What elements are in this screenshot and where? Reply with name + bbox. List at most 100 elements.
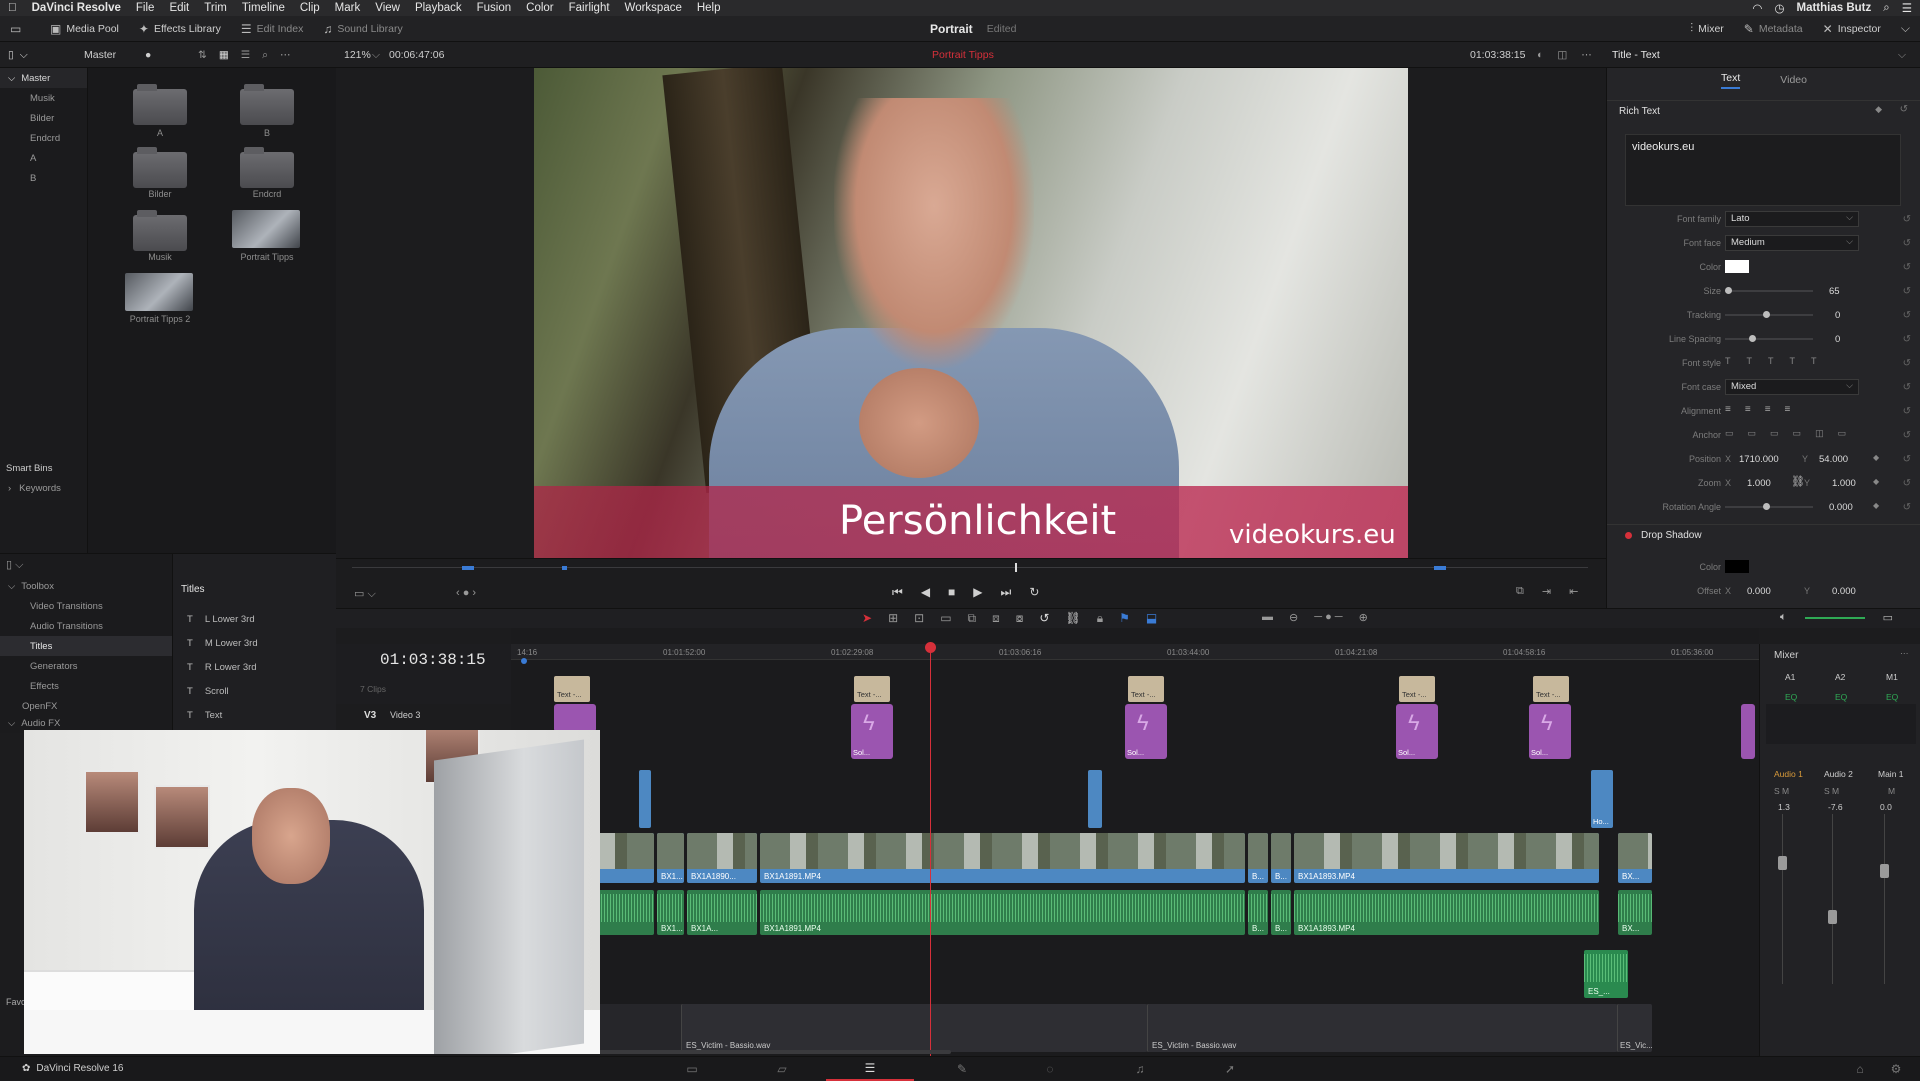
fader-knob[interactable] <box>1880 864 1889 878</box>
menu-clip[interactable]: Clip <box>300 2 320 14</box>
menu-view[interactable]: View <box>375 2 400 14</box>
more-icon[interactable]: ⋯ <box>1581 49 1592 61</box>
sound-library-button[interactable]: ♫ Sound Library <box>313 16 412 42</box>
bin-endcrd[interactable]: Endcrd <box>0 128 87 148</box>
offset-y-value[interactable]: 0.000 <box>1832 586 1856 597</box>
timeline-ruler[interactable]: 14:16 01:01:52:00 01:02:29:08 01:03:06:1… <box>511 644 1759 660</box>
fader-audio-2[interactable] <box>1828 814 1837 984</box>
reset-icon[interactable]: ↺ <box>1900 104 1908 115</box>
audio-clip[interactable]: BX1A1893.MP4 <box>1294 890 1599 935</box>
bin-b[interactable]: B <box>0 168 87 188</box>
anchor-center-icon[interactable]: ◫ <box>1815 428 1824 439</box>
video-clip[interactable]: B... <box>1248 833 1268 883</box>
tree-titles[interactable]: Titles <box>0 636 172 656</box>
reset-icon[interactable]: ↺ <box>1903 286 1911 297</box>
sort-icon[interactable]: ⇅ <box>198 49 207 61</box>
video-clip[interactable]: BX... <box>1618 833 1652 883</box>
deliver-page-icon[interactable]: ➚ <box>1214 1057 1246 1081</box>
title-clip[interactable]: Text -... <box>1399 676 1435 702</box>
list-icon[interactable]: ☰ <box>1902 1 1912 15</box>
reset-icon[interactable]: ↺ <box>1903 310 1911 321</box>
align-left-icon[interactable]: ≡ <box>1725 404 1731 415</box>
dynamic-trim-icon[interactable]: ⊡ <box>914 611 924 626</box>
tree-audio-transitions[interactable]: Audio Transitions <box>0 616 172 636</box>
menu-edit[interactable]: Edit <box>169 2 189 14</box>
more-icon[interactable]: ⋯ <box>280 49 291 61</box>
timeline-scrollbar[interactable] <box>543 1050 951 1054</box>
link-icon[interactable]: ⛓ <box>1065 611 1080 626</box>
loop-icon[interactable]: ↻ <box>1029 585 1039 600</box>
folder-icon[interactable] <box>240 84 294 125</box>
slider-knob[interactable] <box>1763 311 1770 318</box>
dual-viewer-icon[interactable]: ◫ <box>1557 49 1567 61</box>
prev-edit-icon[interactable]: ⇤ <box>1569 585 1578 598</box>
reset-icon[interactable]: ↺ <box>1903 262 1911 273</box>
folder-icon[interactable] <box>133 147 187 188</box>
fx-clip[interactable] <box>554 704 596 732</box>
lock-icon[interactable]: 🔒︎ <box>1097 611 1103 626</box>
thumb-size-slider[interactable]: ● <box>145 42 151 68</box>
menu-workspace[interactable]: Workspace <box>625 2 682 14</box>
tree-audio-fx[interactable]: ⌵ Audio FX <box>0 716 172 730</box>
effects-library-button[interactable]: ✦ Effects Library <box>129 16 231 42</box>
sidebar-toggle[interactable]: ▭ <box>0 16 40 42</box>
panel-toggle-icon[interactable]: ▯ ⌵ <box>6 558 23 572</box>
folder-icon[interactable] <box>240 147 294 188</box>
jog-icon[interactable]: ‹ ● › <box>456 587 476 599</box>
position-x-value[interactable]: 1710.000 <box>1739 454 1779 465</box>
tab-video[interactable]: Video <box>1780 74 1807 86</box>
media-pool-button[interactable]: ▣ Media Pool <box>40 16 129 42</box>
reset-icon[interactable]: ↺ <box>1903 478 1911 489</box>
media-page-icon[interactable]: ▭ <box>676 1057 708 1081</box>
fx-clip[interactable]: ϟ Sol... <box>1529 704 1571 759</box>
zoom-out-icon[interactable]: ⊖ <box>1289 611 1298 624</box>
bin-master[interactable]: ⌵ Master <box>0 68 87 88</box>
video-clip-small[interactable]: Ho... <box>1591 770 1613 828</box>
reset-icon[interactable]: ↺ <box>1903 502 1911 513</box>
reset-icon[interactable]: ↺ <box>1903 334 1911 345</box>
bin-a[interactable]: A <box>0 148 87 168</box>
title-item[interactable]: T L Lower 3rd <box>187 614 255 625</box>
fader-knob[interactable] <box>1828 910 1837 924</box>
menu-mark[interactable]: Mark <box>335 2 361 14</box>
anchor-right-icon[interactable]: ▭ <box>1838 428 1847 439</box>
tree-openfx[interactable]: OpenFX <box>0 696 172 716</box>
keyframe-icon[interactable]: ◆ <box>1875 104 1882 115</box>
marker-icon[interactable] <box>521 658 527 664</box>
audio-clip[interactable]: B... <box>1271 890 1291 935</box>
go-to-start-icon[interactable]: ⏮ <box>892 585 903 600</box>
enable-toggle[interactable] <box>1625 532 1632 539</box>
fusion-page-icon[interactable]: ✎ <box>946 1057 978 1081</box>
audio-clip[interactable]: BX1A... <box>687 890 757 935</box>
rotation-value[interactable]: 0.000 <box>1829 502 1853 513</box>
shadow-color-swatch[interactable] <box>1725 560 1749 573</box>
marker-icon[interactable]: ⬓ <box>1146 611 1157 626</box>
pan-controls[interactable] <box>1766 704 1916 744</box>
tree-effects[interactable]: Effects <box>0 676 172 696</box>
color-page-icon[interactable]: ◌ <box>1034 1057 1066 1081</box>
size-slider[interactable] <box>1725 287 1813 294</box>
line-spacing-slider[interactable] <box>1725 335 1813 342</box>
audio-clip[interactable]: ES_... <box>1584 950 1628 998</box>
stop-icon[interactable]: ■ <box>948 585 955 600</box>
title-clip[interactable]: Text -... <box>554 676 590 702</box>
trim-icon[interactable]: ⊞ <box>888 611 898 626</box>
keywords-bin[interactable]: › Keywords <box>0 478 87 498</box>
offset-x-value[interactable]: 0.000 <box>1747 586 1771 597</box>
settings-icon[interactable]: ⚙ <box>1880 1057 1912 1081</box>
align-justify-icon[interactable]: ≡ <box>1785 404 1791 415</box>
viewer-mode-icon[interactable]: ▭ ⌵ <box>354 587 376 601</box>
program-viewer[interactable]: Persönlichkeit videokurs.eu <box>534 68 1408 558</box>
search-icon[interactable]: ⌕ <box>262 49 268 62</box>
blade-icon[interactable]: ▭ <box>940 611 951 626</box>
fx-clip[interactable]: ϟ Sol... <box>1396 704 1438 759</box>
video-clip[interactable]: BX1A1891.MP4 <box>760 833 1245 883</box>
link-icon[interactable]: ⛓ <box>1791 475 1805 488</box>
menu-app-name[interactable]: DaVinci Resolve <box>32 2 121 14</box>
tree-generators[interactable]: Generators <box>0 656 172 676</box>
italic-icon[interactable]: T <box>1747 356 1753 366</box>
reset-icon[interactable]: ↺ <box>1903 238 1911 249</box>
folder-icon[interactable] <box>133 210 187 251</box>
audio-clip[interactable]: B... <box>1248 890 1268 935</box>
solo-mute-buttons[interactable]: S M <box>1774 786 1789 796</box>
